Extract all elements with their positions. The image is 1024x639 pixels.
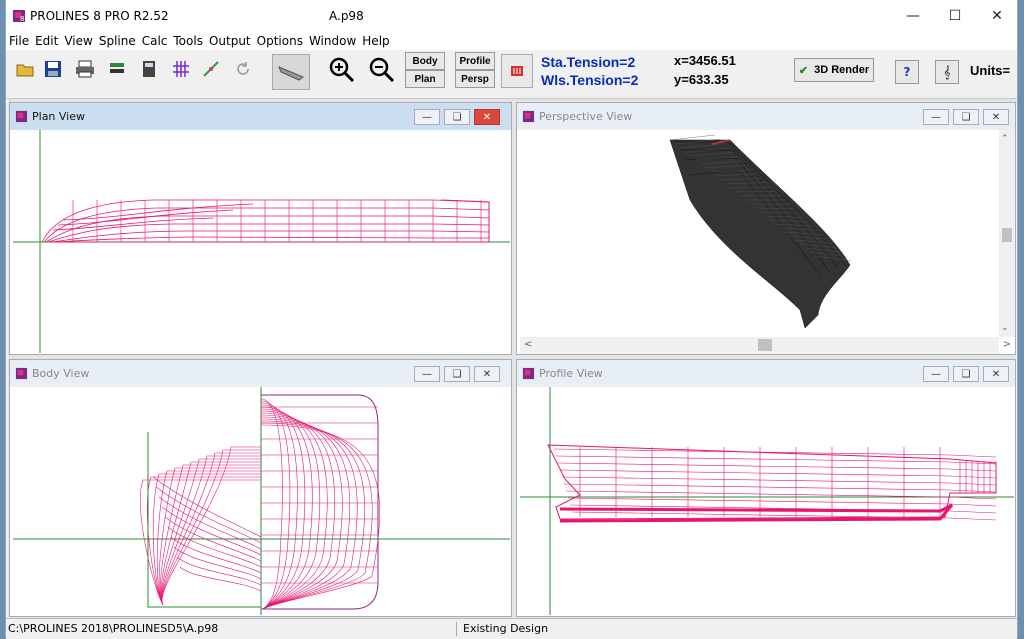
status-path: C:\PROLINES 2018\PROLINESD5\A.p98	[8, 622, 218, 635]
profile-view-caption: Profile View — ❏ ✕	[517, 360, 1015, 387]
restore-icon[interactable]: ❏	[953, 366, 979, 382]
open-folder-icon[interactable]	[14, 58, 36, 80]
plan-view-caption: Plan View — ❏ ✕	[10, 103, 511, 130]
menu-window[interactable]: Window	[306, 32, 359, 50]
minimize-icon[interactable]: —	[414, 109, 440, 125]
menu-edit[interactable]: Edit	[32, 32, 61, 50]
restore-icon[interactable]: ❏	[444, 366, 470, 382]
y-coordinate: y=633.35	[674, 72, 729, 87]
profile-view-button[interactable]: Profile	[455, 52, 495, 70]
spline-icon[interactable]	[200, 58, 222, 80]
minimize-icon[interactable]: —	[923, 366, 949, 382]
units-label[interactable]: Units=	[970, 63, 1010, 78]
plan-view-window[interactable]: Plan View — ❏ ✕	[9, 102, 512, 355]
minimize-icon[interactable]: —	[414, 366, 440, 382]
window-logo-icon	[522, 367, 535, 380]
refresh-icon[interactable]	[232, 58, 254, 80]
window-logo-icon	[15, 110, 28, 123]
scroll-left-icon[interactable]: <	[524, 339, 532, 350]
zoom-in-icon[interactable]	[328, 56, 356, 84]
vertical-scroll-thumb[interactable]	[1002, 228, 1012, 242]
status-state: Existing Design	[456, 622, 548, 636]
profile-view-title: Profile View	[539, 367, 603, 380]
scroll-down-icon[interactable]: ⌄	[1001, 323, 1009, 333]
menu-file[interactable]: File	[6, 32, 32, 50]
scroll-up-icon[interactable]: ⌃	[1001, 134, 1009, 144]
scroll-right-icon[interactable]: >	[1003, 339, 1011, 350]
menu-bar: FileEditViewSplineCalcToolsOutputOptions…	[6, 32, 1017, 50]
body-view-caption: Body View — ❏ ✕	[10, 360, 511, 387]
horizontal-scroll-thumb[interactable]	[758, 339, 772, 351]
menu-tools[interactable]: Tools	[170, 32, 206, 50]
hull-view-button[interactable]	[272, 54, 310, 90]
minimize-icon[interactable]: —	[923, 109, 949, 125]
perspective-view-window[interactable]: Perspective View — ❏ ✕	[516, 102, 1016, 355]
app-title: PROLINES 8 PRO R2.52	[30, 9, 169, 23]
close-icon[interactable]: ✕	[474, 109, 500, 125]
mdi-area: Plan View — ❏ ✕	[8, 99, 1016, 618]
menu-view[interactable]: View	[61, 32, 95, 50]
profile-drawing	[520, 387, 1014, 615]
window-logo-icon	[15, 367, 28, 380]
render-label: 3D Render	[814, 64, 869, 76]
minimize-button[interactable]: —	[890, 0, 936, 32]
close-button[interactable]: ✕	[974, 0, 1020, 32]
tension-icon	[510, 65, 524, 77]
export-icon[interactable]	[106, 58, 128, 80]
plan-drawing	[13, 130, 510, 353]
restore-icon[interactable]: ❏	[444, 109, 470, 125]
vertical-scrollbar[interactable]: ⌃ ⌄	[999, 130, 1015, 337]
profile-canvas[interactable]	[520, 387, 1012, 613]
zoom-out-icon[interactable]	[368, 56, 396, 84]
menu-spline[interactable]: Spline	[96, 32, 139, 50]
plan-view-button[interactable]: Plan	[405, 70, 445, 88]
title-bar: 8 PROLINES 8 PRO R2.52 A.p98 — ☐ ✕	[6, 0, 1017, 32]
body-view-button[interactable]: Body	[405, 52, 445, 70]
waterline-tension: Wls.Tension=2	[541, 72, 638, 88]
status-bar: C:\PROLINES 2018\PROLINESD5\A.p98 Existi…	[6, 618, 1017, 639]
body-drawing	[13, 387, 510, 615]
tension-button[interactable]	[501, 54, 533, 88]
profile-view-window[interactable]: Profile View — ❏ ✕	[516, 359, 1016, 617]
body-canvas[interactable]	[13, 387, 508, 613]
perspective-view-title: Perspective View	[539, 110, 632, 123]
plan-canvas[interactable]	[13, 130, 508, 351]
perspective-canvas[interactable]: ⌃ ⌄ < >	[520, 130, 999, 337]
calculator-icon[interactable]	[138, 58, 160, 80]
body-view-window[interactable]: Body View — ❏ ✕	[9, 359, 512, 617]
horizontal-scrollbar[interactable]: < >	[520, 337, 999, 354]
help-button[interactable]: ?	[895, 60, 919, 84]
app-logo-icon: 8	[12, 9, 26, 23]
menu-calc[interactable]: Calc	[139, 32, 171, 50]
x-coordinate: x=3456.51	[674, 53, 736, 68]
restore-icon[interactable]: ❏	[953, 109, 979, 125]
body-view-title: Body View	[32, 367, 89, 380]
toolbar: Body Plan Profile Persp Sta.Tension=2 Wl…	[6, 50, 1017, 99]
close-icon[interactable]: ✕	[474, 366, 500, 382]
3d-render-button[interactable]: ✔ 3D Render	[794, 58, 874, 82]
grid-icon[interactable]	[170, 58, 192, 80]
maximize-button[interactable]: ☐	[932, 0, 978, 32]
hull-icon	[277, 63, 305, 81]
close-icon[interactable]: ✕	[983, 366, 1009, 382]
perspective-view-caption: Perspective View — ❏ ✕	[517, 103, 1015, 130]
treble-clef-icon[interactable]: 𝄞	[935, 60, 959, 84]
app-window: 8 PROLINES 8 PRO R2.52 A.p98 — ☐ ✕ FileE…	[5, 0, 1018, 638]
close-icon[interactable]: ✕	[983, 109, 1009, 125]
menu-help[interactable]: Help	[359, 32, 392, 50]
menu-options[interactable]: Options	[254, 32, 306, 50]
save-icon[interactable]	[42, 58, 64, 80]
document-title: A.p98	[329, 9, 364, 23]
perspective-drawing	[520, 130, 998, 336]
persp-view-button[interactable]: Persp	[455, 70, 495, 88]
print-icon[interactable]	[74, 58, 96, 80]
plan-view-title: Plan View	[32, 110, 85, 123]
window-logo-icon	[522, 110, 535, 123]
menu-output[interactable]: Output	[206, 32, 254, 50]
checkmark-icon: ✔	[799, 64, 808, 77]
station-tension: Sta.Tension=2	[541, 54, 635, 70]
svg-text:8: 8	[20, 15, 24, 23]
